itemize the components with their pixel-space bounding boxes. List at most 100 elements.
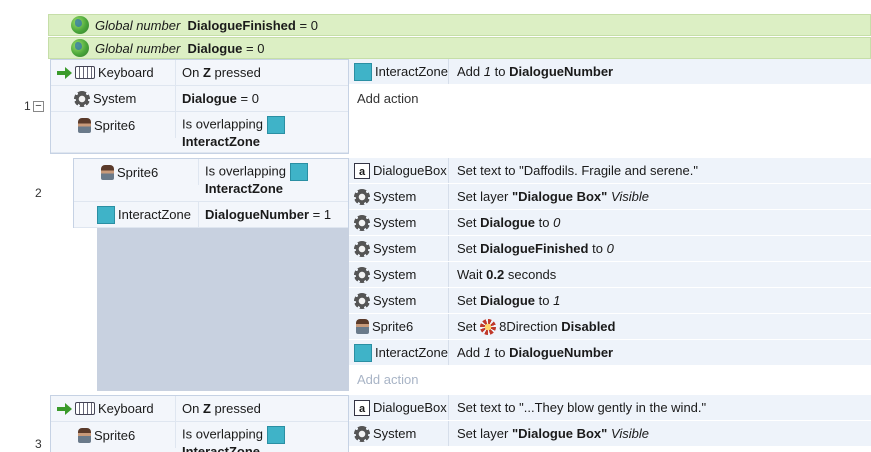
action-row[interactable]: System Set Dialogue to 1 <box>349 288 871 314</box>
sub-event-fill <box>97 228 349 391</box>
action-row[interactable]: a DialogueBox Set text to "...They blow … <box>349 395 871 421</box>
object-name: System <box>373 267 417 282</box>
event-3-conditions[interactable]: Keyboard On Z pressed Sprite6 Is overlap… <box>50 395 349 452</box>
action-row[interactable]: InteractZone Add 1 to DialogueNumber <box>349 59 871 85</box>
action-row[interactable]: InteractZone Add 1 to DialogueNumber <box>349 340 871 366</box>
object-name: System <box>93 91 137 106</box>
condition-keyboard[interactable]: Keyboard On Z pressed <box>51 396 348 422</box>
global-var-name: DialogueFinished <box>187 17 296 33</box>
text-object-icon: a <box>354 399 370 416</box>
condition-text: DialogueNumber = 1 <box>205 206 332 222</box>
condition-text: Is overlapping InteractZone <box>176 116 288 150</box>
action-object: System <box>349 236 449 261</box>
action-object: a DialogueBox <box>349 395 449 420</box>
action-row[interactable]: System Set layer "Dialogue Box" Visible <box>349 184 871 210</box>
object-name: Sprite6 <box>117 164 159 180</box>
action-row[interactable]: System Set layer "Dialogue Box" Visible <box>349 421 871 447</box>
action-row[interactable]: a DialogueBox Set text to "Daffodils. Fr… <box>349 158 871 184</box>
global-var-value: = 0 <box>299 17 318 33</box>
action-row[interactable]: System Set DialogueFinished to 0 <box>349 236 871 262</box>
action-text: Add 1 to DialogueNumber <box>457 64 614 79</box>
action-row[interactable]: Sprite6 Set 8Direction Disabled <box>349 314 871 340</box>
interactzone-icon <box>266 116 285 134</box>
condition-object: Sprite6 <box>51 112 176 138</box>
action-object: System <box>349 210 449 235</box>
global-var-name: Dialogue <box>187 40 243 56</box>
trigger-arrow-icon <box>57 66 73 79</box>
object-name: System <box>373 215 417 230</box>
interactzone-icon <box>266 426 285 444</box>
gear-icon <box>354 425 370 442</box>
object-name: DialogueBox <box>373 163 447 178</box>
trigger-arrow-icon <box>57 402 73 415</box>
action-object: System <box>349 421 449 446</box>
gear-icon <box>74 90 90 107</box>
global-var-type: Global number <box>95 17 181 33</box>
object-name: System <box>373 241 417 256</box>
add-action-link[interactable]: Add action <box>349 366 418 392</box>
global-var-value: = 0 <box>246 40 265 56</box>
condition-object: Sprite6 <box>74 159 199 185</box>
object-name: InteractZone <box>375 64 448 79</box>
object-name: Sprite6 <box>94 427 136 443</box>
action-object: Sprite6 <box>349 314 449 339</box>
action-row[interactable]: System Set Dialogue to 0 <box>349 210 871 236</box>
add-action-link[interactable]: Add action <box>349 85 418 111</box>
action-text: Wait 0.2 seconds <box>457 267 557 282</box>
action-text: Set DialogueFinished to 0 <box>457 241 614 256</box>
action-object: InteractZone <box>349 340 449 365</box>
keyboard-icon <box>75 402 95 415</box>
event-number: 2 <box>35 186 42 200</box>
object-name: Keyboard <box>98 401 154 416</box>
action-object: InteractZone <box>349 59 449 84</box>
global-var-dialoguefinished[interactable]: Global number DialogueFinished = 0 <box>48 14 871 36</box>
object-name: Sprite6 <box>94 117 136 133</box>
event-1-conditions[interactable]: Keyboard On Z pressed System Dialogue = … <box>50 59 349 154</box>
action-object: System <box>349 262 449 287</box>
action-row[interactable]: System Wait 0.2 seconds <box>349 262 871 288</box>
sprite-icon <box>78 117 91 133</box>
object-name: InteractZone <box>118 207 191 222</box>
action-text: Set text to "...They blow gently in the … <box>457 400 707 415</box>
condition-text: On Z pressed <box>182 400 261 416</box>
condition-text: Is overlapping InteractZone <box>176 426 288 452</box>
collapse-toggle[interactable]: − <box>33 101 44 112</box>
condition-system[interactable]: System Dialogue = 0 <box>51 86 348 112</box>
action-text: Set text to "Daffodils. Fragile and sere… <box>457 163 698 178</box>
action-text: Set Dialogue to 1 <box>457 293 561 308</box>
action-object: System <box>349 288 449 313</box>
action-object: a DialogueBox <box>349 158 449 183</box>
event-number: 3 <box>35 437 42 451</box>
interactzone-icon <box>354 62 372 81</box>
object-name: System <box>373 426 417 441</box>
object-name: System <box>373 293 417 308</box>
object-name: DialogueBox <box>373 400 447 415</box>
condition-object: System <box>51 86 176 111</box>
sprite-icon <box>356 319 369 334</box>
object-name: System <box>373 189 417 204</box>
gear-icon <box>354 188 370 205</box>
action-text: Set layer "Dialogue Box" Visible <box>457 189 650 204</box>
condition-object: Sprite6 <box>51 422 176 448</box>
sprite-icon <box>78 427 91 443</box>
condition-overlap[interactable]: Sprite6 Is overlapping InteractZone <box>51 422 348 452</box>
object-name: Keyboard <box>98 65 154 80</box>
event-2-conditions[interactable]: Sprite6 Is overlapping InteractZone Inte… <box>73 158 349 228</box>
gear-icon <box>354 292 370 309</box>
interactzone-icon <box>354 343 372 362</box>
global-var-dialogue[interactable]: Global number Dialogue = 0 <box>48 37 871 59</box>
condition-instance-var[interactable]: InteractZone DialogueNumber = 1 <box>74 202 348 228</box>
object-name: Sprite6 <box>372 319 414 334</box>
8direction-behavior-icon <box>480 318 497 335</box>
gear-icon <box>354 266 370 283</box>
condition-overlap[interactable]: Sprite6 Is overlapping InteractZone <box>51 112 348 153</box>
action-text: Set 8Direction Disabled <box>457 318 616 335</box>
condition-text: Dialogue = 0 <box>182 90 259 106</box>
keyboard-icon <box>75 66 95 79</box>
condition-overlap[interactable]: Sprite6 Is overlapping InteractZone <box>74 159 348 202</box>
condition-keyboard[interactable]: Keyboard On Z pressed <box>51 60 348 86</box>
condition-object: InteractZone <box>74 202 199 227</box>
text-object-icon: a <box>354 162 370 179</box>
globe-icon <box>71 39 89 57</box>
global-var-type: Global number <box>95 40 181 56</box>
